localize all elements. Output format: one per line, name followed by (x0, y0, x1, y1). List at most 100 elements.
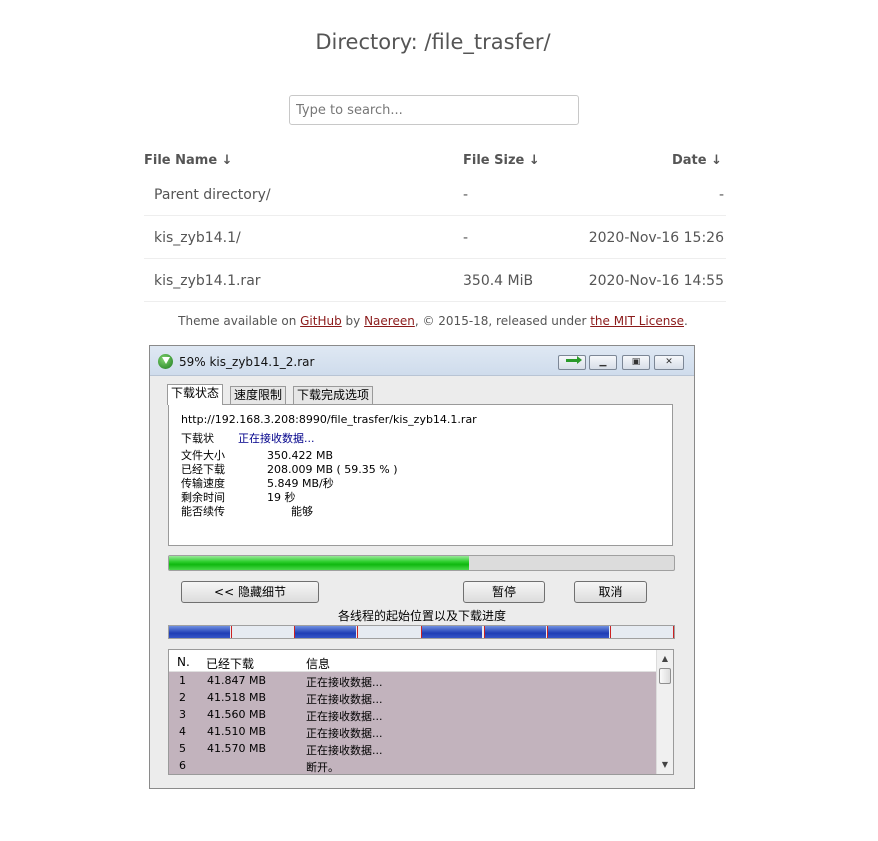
cell-info: 断开。 (306, 761, 339, 774)
page-title: Directory: /file_trasfer/ (315, 30, 551, 54)
listing-header: File Name ↓ File Size ↓ Date ↓ (144, 150, 726, 173)
listing-row-file[interactable]: kis_zyb14.1.rar 350.4 MiB 2020-Nov-16 14… (144, 259, 726, 302)
cell-number: 4 (179, 725, 186, 738)
footer-text: by (341, 314, 365, 328)
scroll-down-icon[interactable]: ▼ (657, 757, 673, 773)
table-row[interactable]: 2 41.518 MB 正在接收数据... (169, 689, 657, 706)
maximize-button[interactable]: ▣ (622, 355, 650, 370)
close-icon: ✕ (665, 357, 673, 367)
tab-speed-limit[interactable]: 速度限制 (230, 386, 287, 404)
cell-number: 5 (179, 742, 186, 755)
cell-downloaded: 41.518 MB (207, 691, 267, 704)
sort-by-size-header[interactable]: File Size ↓ (463, 153, 540, 168)
thread-segment-progress (169, 626, 230, 638)
file-size: 350.4 MiB (463, 273, 534, 289)
thread-segment-progress (547, 626, 609, 638)
send-to-tray-button[interactable] (558, 355, 586, 370)
cell-number: 6 (179, 759, 186, 772)
detail-value: 能够 (291, 505, 313, 518)
cell-number: 1 (179, 674, 186, 687)
column-header-downloaded[interactable]: 已经下载 (206, 655, 254, 672)
author-link[interactable]: Naereen (364, 314, 415, 328)
file-size: - (463, 187, 469, 203)
threads-table-header: N. 已经下载 信息 (169, 650, 657, 672)
page-footer: Theme available on GitHub by Naereen, © … (0, 314, 866, 328)
thread-segment-progress (484, 626, 546, 638)
table-row[interactable]: 6 断开。 (169, 757, 657, 774)
file-size: - (463, 230, 469, 246)
arrow-right-icon (566, 356, 582, 364)
maximize-icon: ▣ (631, 357, 641, 367)
dialog-titlebar[interactable]: 59% kis_zyb14.1_2.rar ▁ ▣ ✕ (150, 346, 694, 376)
sort-by-date-header[interactable]: Date ↓ (672, 153, 722, 168)
cancel-button[interactable]: 取消 (574, 581, 647, 603)
thread-segment (358, 626, 422, 638)
dialog-title: 59% kis_zyb14.1_2.rar (179, 355, 315, 369)
cell-info: 正在接收数据... (306, 710, 383, 723)
download-manager-icon (158, 354, 173, 369)
file-date: - (718, 187, 724, 203)
progress-fill (169, 556, 469, 570)
thread-segment (232, 626, 296, 638)
parent-directory-link[interactable]: Parent directory/ (154, 187, 271, 203)
thread-segment (295, 626, 359, 638)
download-dialog: 59% kis_zyb14.1_2.rar ▁ ▣ ✕ 下载状态 速度限制 下载… (149, 345, 695, 789)
file-link[interactable]: kis_zyb14.1.rar (154, 273, 261, 289)
scroll-up-icon[interactable]: ▲ (657, 651, 673, 667)
footer-text: . (684, 314, 688, 328)
file-date: 2020-Nov-16 14:55 (588, 273, 724, 289)
status-label: 下载状 (181, 432, 214, 445)
table-row[interactable]: 4 41.510 MB 正在接收数据... (169, 723, 657, 740)
sort-by-name-header[interactable]: File Name ↓ (144, 153, 233, 168)
footer-text: Theme available on (178, 314, 301, 328)
license-link[interactable]: the MIT License (590, 314, 684, 328)
thread-segment (169, 626, 233, 638)
folder-link[interactable]: kis_zyb14.1/ (154, 230, 241, 246)
download-progress-bar (168, 555, 675, 571)
cell-info: 正在接收数据... (306, 744, 383, 757)
threads-table-body: 1 41.847 MB 正在接收数据... 2 41.518 MB 正在接收数据... 3 4… (169, 672, 657, 774)
table-row[interactable]: 3 41.560 MB 正在接收数据... (169, 706, 657, 723)
listing-row-parent[interactable]: Parent directory/ - - (144, 173, 726, 216)
footer-text: , © 2015-18, released under (414, 314, 591, 328)
search-input[interactable] (289, 95, 579, 125)
status-panel: http://192.168.3.208:8990/file_trasfer/k… (168, 404, 673, 546)
detail-label: 能否续传 (181, 505, 225, 518)
thread-segment (484, 626, 548, 638)
status-value: 正在接收数据... (238, 432, 315, 445)
github-link[interactable]: GitHub (300, 314, 342, 328)
detail-resume: 能否续传 能够 (181, 503, 313, 519)
minimize-icon: ▁ (599, 357, 607, 367)
minimize-button[interactable]: ▁ (589, 355, 617, 370)
thread-progress-bar (168, 625, 675, 639)
cell-number: 2 (179, 691, 186, 704)
table-row[interactable]: 5 41.570 MB 正在接收数据... (169, 740, 657, 757)
table-scrollbar[interactable]: ▲ ▼ (656, 650, 673, 774)
download-url: http://192.168.3.208:8990/file_trasfer/k… (181, 413, 477, 426)
thread-segment (421, 626, 485, 638)
cell-info: 正在接收数据... (306, 676, 383, 689)
cell-downloaded: 41.847 MB (207, 674, 267, 687)
threads-caption: 各线程的起始位置以及下载进度 (337, 609, 506, 623)
threads-table: N. 已经下载 信息 1 41.847 MB 正在接收数据... 2 41.518 MB… (168, 649, 674, 775)
table-row[interactable]: 1 41.847 MB 正在接收数据... (169, 672, 657, 689)
file-date: 2020-Nov-16 15:26 (588, 230, 724, 246)
hide-details-button[interactable]: << 隐藏细节 (181, 581, 319, 603)
column-header-info[interactable]: 信息 (306, 655, 330, 672)
thread-segment-progress (295, 626, 357, 638)
cell-downloaded: 41.570 MB (207, 742, 267, 755)
thread-segment (611, 626, 674, 638)
scroll-thumb[interactable] (659, 668, 671, 684)
listing-row-folder[interactable]: kis_zyb14.1/ - 2020-Nov-16 15:26 (144, 216, 726, 259)
tab-completion-options[interactable]: 下载完成选项 (293, 386, 374, 404)
thread-segment (547, 626, 611, 638)
pause-button[interactable]: 暂停 (463, 581, 545, 603)
cell-info: 正在接收数据... (306, 727, 383, 740)
cell-number: 3 (179, 708, 186, 721)
cell-info: 正在接收数据... (306, 693, 383, 706)
tab-download-status[interactable]: 下载状态 (167, 384, 224, 405)
cell-downloaded: 41.510 MB (207, 725, 267, 738)
cell-downloaded: 41.560 MB (207, 708, 267, 721)
close-button[interactable]: ✕ (654, 355, 684, 370)
column-header-number[interactable]: N. (177, 655, 190, 669)
